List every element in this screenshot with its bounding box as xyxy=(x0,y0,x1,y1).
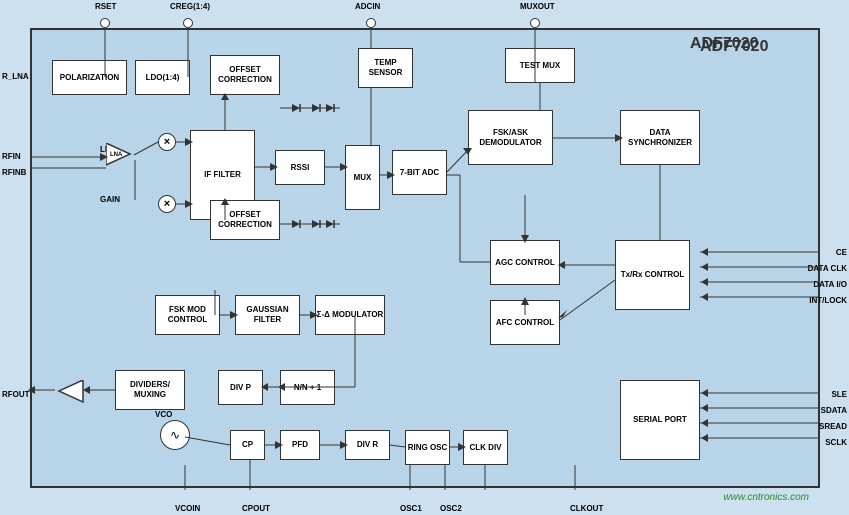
diodes-top xyxy=(280,102,345,114)
vco-symbol: ∿ xyxy=(160,420,190,450)
ring-osc-block: RING OSC xyxy=(405,430,450,465)
pin-rset: RSET xyxy=(95,2,116,11)
circle-creg xyxy=(183,18,193,28)
temp-sensor-block: TEMP SENSOR xyxy=(358,48,413,88)
vco-label: VCO xyxy=(155,410,172,419)
pin-adcin: ADCIN xyxy=(355,2,380,11)
pin-muxout: MUXOUT xyxy=(520,2,555,11)
test-mux-block: TEST MUX xyxy=(505,48,575,83)
pin-rfin: RFIN xyxy=(2,152,21,161)
sigma-delta-block: Σ-Δ MODULATOR xyxy=(315,295,385,335)
chip-title-display: ADF7020 xyxy=(700,38,768,56)
serial-port-block: SERIAL PORT xyxy=(620,380,700,460)
pin-rfout: RFOUT xyxy=(2,390,30,399)
div-p-block: DIV P xyxy=(218,370,263,405)
pin-osc2: OSC2 xyxy=(440,504,462,513)
pin-sle: SLE xyxy=(831,390,847,399)
dividers-block: DIVIDERS/ MUXING xyxy=(115,370,185,410)
pin-vcoin: VCOIN xyxy=(175,504,200,513)
gain-label: GAIN xyxy=(100,195,120,204)
circle-adcin xyxy=(366,18,376,28)
polarization-block: POLARIZATION xyxy=(52,60,127,95)
pin-rlna: R_LNA xyxy=(2,72,29,81)
cp-block: CP xyxy=(230,430,265,460)
fsk-ask-block: FSK/ASK DEMODULATOR xyxy=(468,110,553,165)
pin-creg: CREG(1:4) xyxy=(170,2,210,11)
gaussian-block: GAUSSIAN FILTER xyxy=(235,295,300,335)
txrx-control-block: Tx/Rx CONTROL xyxy=(615,240,690,310)
pin-sread: SREAD xyxy=(819,422,847,431)
pin-sclk: SCLK xyxy=(825,438,847,447)
lna-amp: LNA xyxy=(106,143,136,168)
pin-osc1: OSC1 xyxy=(400,504,422,513)
offset-correction-top-block: OFFSET CORRECTION xyxy=(210,55,280,95)
offset-correction-bot-block: OFFSET CORRECTION xyxy=(210,200,280,240)
pin-data-io: DATA I/O xyxy=(813,280,847,289)
ldo-block: LDO(1:4) xyxy=(135,60,190,95)
circle-muxout xyxy=(530,18,540,28)
mixer-bot: × xyxy=(158,195,176,213)
diagram-container: ADF7020 www.cntronics.com RSET CREG(1:4)… xyxy=(0,0,849,515)
afc-control-block: AFC CONTROL xyxy=(490,300,560,345)
chip-border xyxy=(30,28,820,488)
pin-ce: CE xyxy=(836,248,847,257)
pin-clkout: CLKOUT xyxy=(570,504,603,513)
mixer-top: × xyxy=(158,133,176,151)
rfout-amp xyxy=(55,380,85,405)
pin-cpout: CPOUT xyxy=(242,504,270,513)
clk-div-block: CLK DIV xyxy=(463,430,508,465)
pin-sdata: SDATA xyxy=(821,406,847,415)
pin-data-clk: DATA CLK xyxy=(808,264,847,273)
adc-block: 7-BIT ADC xyxy=(392,150,447,195)
data-sync-block: DATA SYNCHRONIZER xyxy=(620,110,700,165)
circle-rset xyxy=(100,18,110,28)
pin-int-lock: INT/LOCK xyxy=(809,296,847,305)
diodes-bot xyxy=(280,218,345,230)
n-n1-block: N/N + 1 xyxy=(280,370,335,405)
svg-text:LNA: LNA xyxy=(110,152,123,158)
div-r-block: DIV R xyxy=(345,430,390,460)
agc-control-block: AGC CONTROL xyxy=(490,240,560,285)
watermark: www.cntronics.com xyxy=(723,492,809,503)
rssi-block: RSSI xyxy=(275,150,325,185)
pin-rfinb: RFINB xyxy=(2,168,26,177)
fsk-mod-block: FSK MOD CONTROL xyxy=(155,295,220,335)
pfd-block: PFD xyxy=(280,430,320,460)
mux-block: MUX xyxy=(345,145,380,210)
